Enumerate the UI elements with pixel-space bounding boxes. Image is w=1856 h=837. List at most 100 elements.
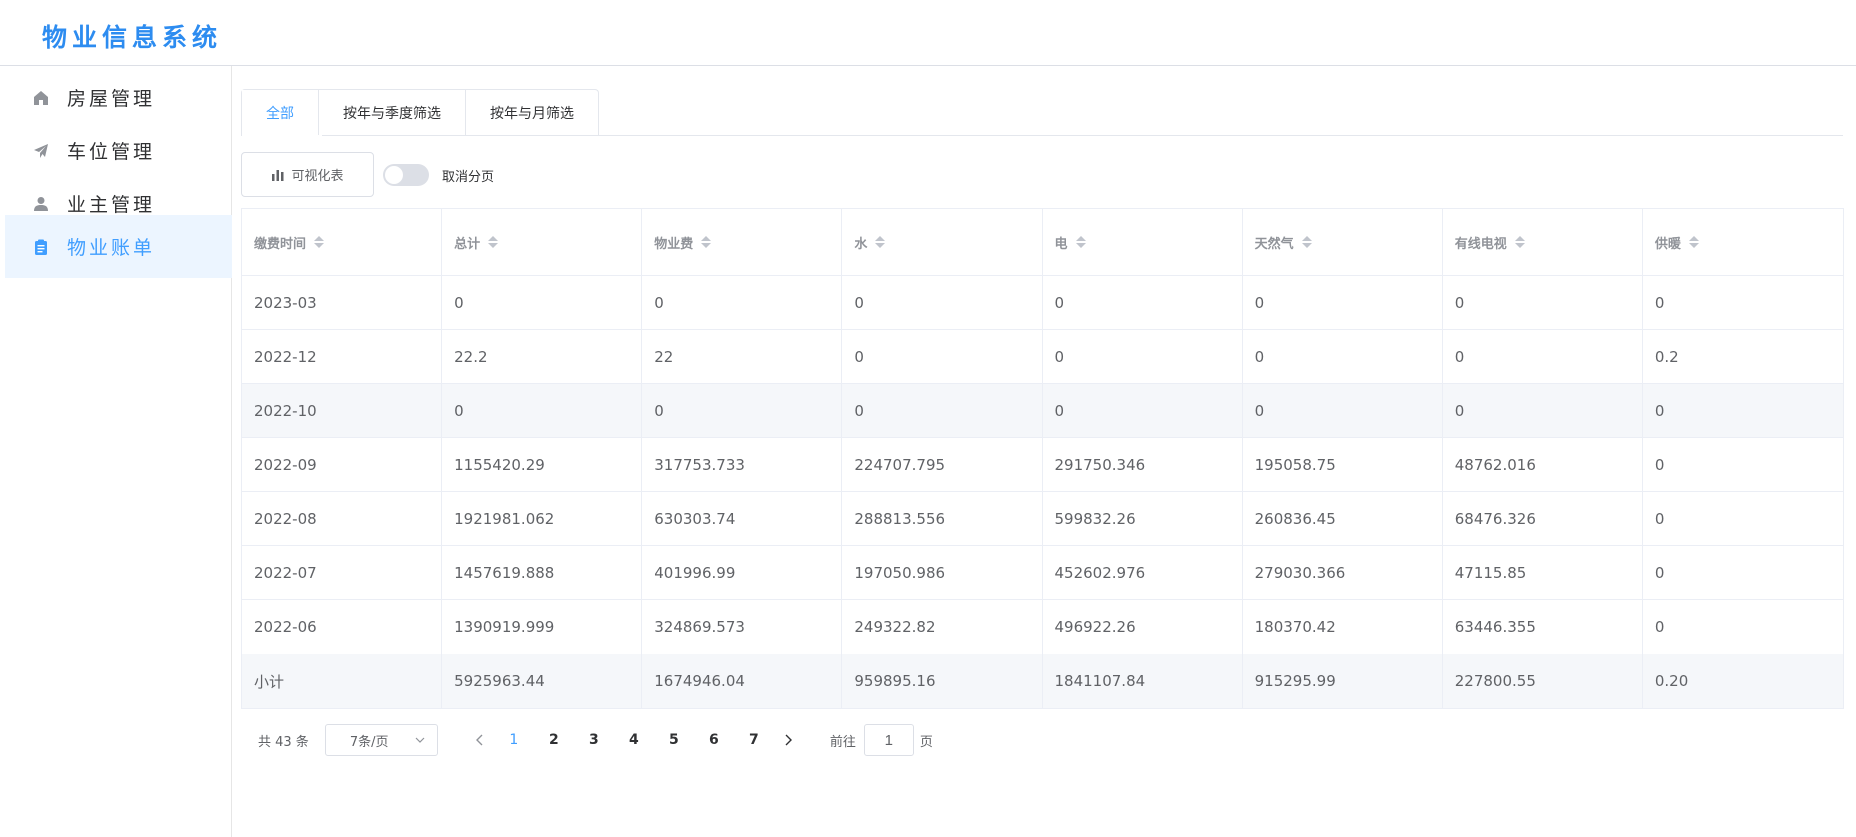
page-number-button[interactable]: 7 [734,724,774,756]
table-cell: 48762.016 [1443,438,1643,491]
next-page-button[interactable] [774,724,804,756]
summary-cell: 0.20 [1654,672,1689,690]
tab-year-quarter[interactable]: 按年与季度筛选 [318,90,465,136]
table-header-row: 缴费时间 总计 物业费 水 电 天然气 有线电视 供暖 [242,209,1843,276]
summary-cell: 1674946.04 [642,654,843,708]
table-cell: 291750.346 [1043,438,1243,491]
goto-page-input[interactable] [863,724,914,756]
sidebar-item-label: 业主管理 [67,194,156,216]
table-row[interactable]: 2022-10 0 0 0 0 0 0 0 [242,384,1843,438]
table-row[interactable]: 2022-06 1390919.999 324869.573 249322.82 496… [242,600,1843,654]
table-cell: 324869.573 [642,600,843,654]
summary-cell: 5925963.44 [442,654,643,708]
goto-suffix: 页 [919,734,933,750]
table-cell: 0 [1043,330,1243,383]
table-cell: 2022-08 [242,492,443,545]
table-cell: 0 [1654,455,1665,474]
home-icon [31,88,51,108]
table-cell: 2023-03 [242,276,443,329]
tab-active-cover [242,135,322,136]
page-size-select[interactable]: 7条/页 [324,724,438,756]
sort-icon [701,236,712,248]
filter-tabs: 全部 按年与季度筛选 按年与月筛选 [241,89,599,136]
table-cell: 0 [1654,509,1665,528]
visualize-button[interactable]: 可视化表 [241,152,374,197]
pagination-toggle[interactable] [383,164,429,186]
table-cell: 1457619.888 [442,546,643,599]
page-number-button[interactable]: 4 [614,724,654,756]
table-cell: 2022-07 [242,546,443,599]
table-cell: 68476.326 [1443,492,1643,545]
toggle-knob [385,166,403,184]
bill-table: 缴费时间 总计 物业费 水 电 天然气 有线电视 供暖 2023-03 0 0 0 0 0… [241,208,1844,709]
table-cell: 0 [1443,276,1643,329]
table-cell: 260836.45 [1243,492,1443,545]
summary-row: 小计 5925963.44 1674946.04 959895.16 18411… [242,654,1843,708]
table-cell: 599832.26 [1043,492,1243,545]
table-row[interactable]: 2022-08 1921981.062 630303.74 288813.556 599… [242,492,1843,546]
table-cell: 0 [1654,563,1665,582]
sort-icon [488,236,499,248]
table-cell: 0 [1243,276,1443,329]
table-cell: 2022-06 [242,600,443,654]
app-title: 物业信息系统 [42,23,223,52]
table-cell: 317753.733 [642,438,843,491]
table-cell: 0 [842,276,1043,329]
column-header[interactable]: 总计 [442,209,643,275]
table-cell: 22 [642,330,843,383]
table-row[interactable]: 2022-12 22.2 22 0 0 0 0 0.2 [242,330,1843,384]
page-number-button[interactable]: 1 [494,724,534,756]
column-header[interactable]: 物业费 [642,209,843,275]
tab-divider [241,135,1843,136]
sidebar-item-label: 房屋管理 [67,88,156,110]
table-cell: 0 [1043,276,1243,329]
sort-icon [1075,236,1086,248]
sidebar-item-label: 物业账单 [67,237,156,259]
page-number-button[interactable]: 6 [694,724,734,756]
summary-cell: 1841107.84 [1043,654,1243,708]
table-cell: 452602.976 [1043,546,1243,599]
column-header[interactable]: 供暖 [1643,209,1843,275]
summary-cell: 227800.55 [1443,654,1643,708]
table-cell: 0 [1243,384,1443,437]
table-cell: 0 [842,330,1043,383]
page-number-button[interactable]: 3 [574,724,614,756]
table-cell: 279030.366 [1243,546,1443,599]
clipboard-icon [31,237,51,257]
table-cell: 2022-12 [242,330,443,383]
table-cell: 0 [1443,330,1643,383]
table-cell: 0 [1654,293,1665,312]
column-header[interactable]: 电 [1043,209,1243,275]
sidebar-item-label: 车位管理 [67,141,156,163]
sidebar-item-bill[interactable]: 物业账单 [5,215,232,278]
table-row[interactable]: 2022-07 1457619.888 401996.99 197050.986 452… [242,546,1843,600]
prev-page-button[interactable] [464,724,494,756]
table-cell: 0.2 [1654,347,1679,366]
table-cell: 2022-10 [242,384,443,437]
table-cell: 0 [642,384,843,437]
pagination-toggle-label: 取消分页 [442,170,495,185]
column-header[interactable]: 天然气 [1243,209,1443,275]
table-cell: 22.2 [442,330,643,383]
chevron-down-icon [415,737,425,743]
table-cell: 195058.75 [1243,438,1443,491]
table-row[interactable]: 2022-09 1155420.29 317753.733 224707.795 291… [242,438,1843,492]
page-number-button[interactable]: 5 [654,724,694,756]
chevron-left-icon [475,734,483,746]
table-cell: 47115.85 [1443,546,1643,599]
table-cell: 249322.82 [842,600,1043,654]
tab-year-month[interactable]: 按年与月筛选 [465,90,598,136]
table-cell: 224707.795 [842,438,1043,491]
table-cell: 0 [1043,384,1243,437]
summary-cell: 959895.16 [842,654,1043,708]
app-header: 物业信息系统 [0,0,1856,66]
tab-all[interactable]: 全部 [242,90,318,136]
table-cell: 401996.99 [642,546,843,599]
table-row[interactable]: 2023-03 0 0 0 0 0 0 0 [242,276,1843,330]
table-cell: 2022-09 [242,438,443,491]
page-number-button[interactable]: 2 [534,724,574,756]
column-header[interactable]: 缴费时间 [242,209,443,275]
column-header[interactable]: 水 [842,209,1043,275]
sidebar: 房屋管理 车位管理 业主管理 物业账单 [5,66,232,837]
column-header[interactable]: 有线电视 [1443,209,1643,275]
